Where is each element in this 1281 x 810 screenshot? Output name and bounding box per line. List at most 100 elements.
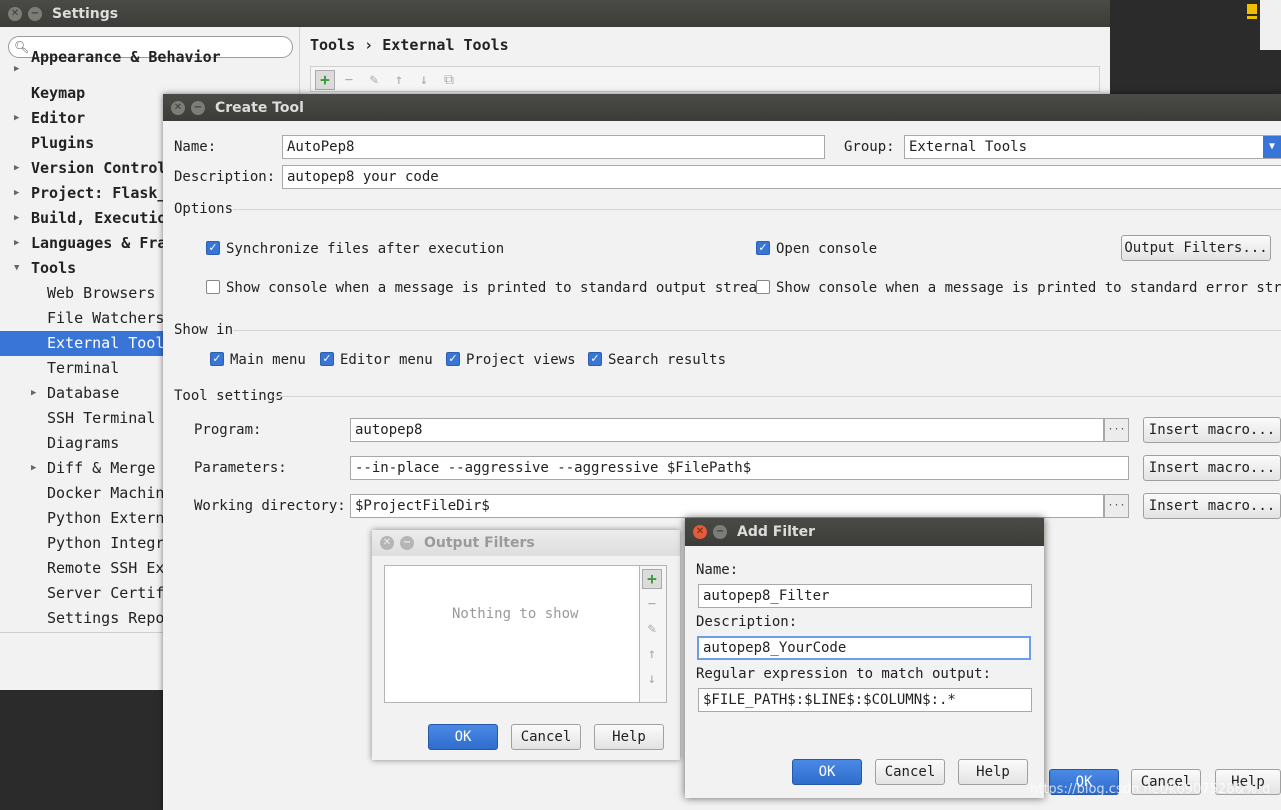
- divider: [233, 330, 1281, 331]
- insert-macro-parameters-button[interactable]: Insert macro...: [1143, 455, 1281, 481]
- help-button[interactable]: Help: [958, 759, 1028, 785]
- chevron-right-icon: ▶: [14, 213, 20, 223]
- sidebar-item-label: Appearance & Behavior: [31, 48, 221, 66]
- name-label: Name:: [174, 139, 217, 155]
- add-icon[interactable]: +: [642, 569, 662, 589]
- search-icon: 🔍︎: [14, 40, 30, 54]
- sidebar-item-label: SSH Terminal: [47, 409, 156, 427]
- create-tool-titlebar: ✕ − Create Tool: [163, 94, 1281, 121]
- chevron-right-icon: ▶: [31, 463, 37, 473]
- sidebar-item-label: Diagrams: [47, 434, 120, 452]
- divider: [273, 396, 1281, 397]
- name-field[interactable]: AutoPep8: [282, 135, 825, 159]
- show-console-stderr-checkbox[interactable]: [756, 280, 770, 294]
- main-menu-label: Main menu: [230, 352, 306, 368]
- ok-button[interactable]: OK: [428, 724, 498, 750]
- chevron-right-icon: ▶: [31, 388, 37, 398]
- warning-marker-icon: [1247, 4, 1257, 14]
- close-icon[interactable]: ✕: [693, 525, 707, 539]
- browse-program-button[interactable]: ···: [1104, 418, 1129, 442]
- close-icon[interactable]: ✕: [171, 100, 185, 115]
- chevron-right-icon: ▶: [14, 188, 20, 198]
- cancel-button[interactable]: Cancel: [875, 759, 945, 785]
- edit-icon[interactable]: ✎: [364, 70, 384, 90]
- add-filter-dialog: ✕ − Add Filter Name: autopep8_Filter Des…: [685, 518, 1044, 798]
- cancel-button[interactable]: Cancel: [511, 724, 581, 750]
- sidebar-item-label: Build, Execution: [31, 209, 176, 227]
- sidebar-item-label: Docker Machine: [47, 484, 174, 502]
- show-console-stdout-checkbox[interactable]: [206, 280, 220, 294]
- empty-text: Nothing to show: [452, 606, 579, 622]
- move-up-icon[interactable]: ↑: [642, 644, 662, 664]
- parameters-field[interactable]: --in-place --aggressive --aggressive $Fi…: [350, 456, 1129, 480]
- sidebar-item-label: Editor: [31, 109, 86, 127]
- copy-icon[interactable]: ⧉: [439, 70, 459, 90]
- add-icon[interactable]: +: [315, 70, 335, 90]
- chevron-right-icon: ▶: [14, 238, 20, 248]
- window-title: Settings: [52, 5, 119, 22]
- divider: [233, 209, 1281, 210]
- working-directory-label: Working directory:: [194, 498, 346, 514]
- insert-macro-directory-button[interactable]: Insert macro...: [1143, 493, 1281, 519]
- description-field[interactable]: autopep8 your code: [282, 165, 1281, 189]
- minimize-icon[interactable]: −: [713, 525, 727, 539]
- edit-icon[interactable]: ✎: [642, 619, 662, 639]
- move-down-icon[interactable]: ↓: [414, 70, 434, 90]
- move-up-icon[interactable]: ↑: [389, 70, 409, 90]
- editor-menu-checkbox[interactable]: ✓: [320, 352, 334, 366]
- show-console-stderr-label: Show console when a message is printed t…: [776, 280, 1281, 296]
- chevron-down-icon[interactable]: ▼: [1263, 136, 1281, 158]
- regex-field[interactable]: $FILE_PATH$:$LINE$:$COLUMN$:.*: [698, 688, 1032, 712]
- sidebar-item-appearance[interactable]: ▶ Appearance & Behavior: [0, 48, 300, 82]
- move-down-icon[interactable]: ↓: [642, 669, 662, 689]
- filter-name-field[interactable]: autopep8_Filter: [698, 584, 1032, 608]
- show-in-header: Show in: [174, 322, 234, 338]
- show-console-stdout-label: Show console when a message is printed t…: [226, 280, 766, 296]
- dialog-title: Add Filter: [737, 524, 816, 540]
- sidebar-item-label: Project: Flask_: [31, 184, 167, 202]
- open-console-checkbox[interactable]: ✓: [756, 241, 770, 255]
- editor-menu-label: Editor menu: [340, 352, 433, 368]
- help-button[interactable]: Help: [594, 724, 664, 750]
- main-menu-checkbox[interactable]: ✓: [210, 352, 224, 366]
- watermark: https://blog.csdn.net/k6907528&%!d: [1030, 782, 1271, 797]
- filters-list[interactable]: Nothing to show: [384, 565, 640, 703]
- close-icon[interactable]: ✕: [380, 536, 394, 550]
- remove-icon[interactable]: −: [642, 594, 662, 614]
- sidebar-item-label: Keymap: [31, 84, 86, 102]
- search-results-checkbox[interactable]: ✓: [588, 352, 602, 366]
- program-field[interactable]: autopep8: [350, 418, 1104, 442]
- name-label: Name:: [696, 562, 739, 578]
- browse-directory-button[interactable]: ···: [1104, 494, 1129, 518]
- chevron-right-icon: ▶: [14, 113, 20, 123]
- open-console-label: Open console: [776, 241, 878, 257]
- insert-macro-program-button[interactable]: Insert macro...: [1143, 417, 1281, 443]
- sidebar-item-label: Diff & Merge: [47, 459, 156, 477]
- chevron-right-icon: ▶: [14, 163, 20, 173]
- tool-settings-header: Tool settings: [174, 388, 284, 404]
- output-filters-dialog: ✕ − Output Filters Nothing to show + − ✎…: [372, 530, 680, 760]
- options-header: Options: [174, 201, 234, 217]
- remove-icon[interactable]: −: [339, 70, 359, 90]
- external-tools-toolbar: + − ✎ ↑ ↓ ⧉: [310, 66, 1100, 92]
- sidebar-item-label: File Watchers: [47, 309, 165, 327]
- side-panel-strip: [1260, 0, 1281, 50]
- sidebar-item-label: Web Browsers: [47, 284, 156, 302]
- minimize-icon[interactable]: −: [28, 6, 42, 21]
- description-label: Description:: [174, 169, 276, 185]
- project-views-label: Project views: [466, 352, 576, 368]
- sync-files-checkbox[interactable]: ✓: [206, 241, 220, 255]
- ok-button[interactable]: OK: [792, 759, 862, 785]
- project-views-checkbox[interactable]: ✓: [446, 352, 460, 366]
- group-select[interactable]: External Tools: [904, 135, 1281, 159]
- group-label: Group:: [844, 139, 895, 155]
- close-icon[interactable]: ✕: [8, 6, 22, 21]
- output-filters-button[interactable]: Output Filters...: [1121, 235, 1271, 261]
- filter-description-field[interactable]: autopep8_YourCode: [697, 636, 1031, 660]
- program-label: Program:: [194, 422, 262, 438]
- working-directory-field[interactable]: $ProjectFileDir$: [350, 494, 1104, 518]
- minimize-icon[interactable]: −: [191, 100, 205, 115]
- output-filters-titlebar: ✕ − Output Filters: [372, 530, 680, 556]
- sidebar-item-label: Version Control: [31, 159, 167, 177]
- minimize-icon[interactable]: −: [400, 536, 414, 550]
